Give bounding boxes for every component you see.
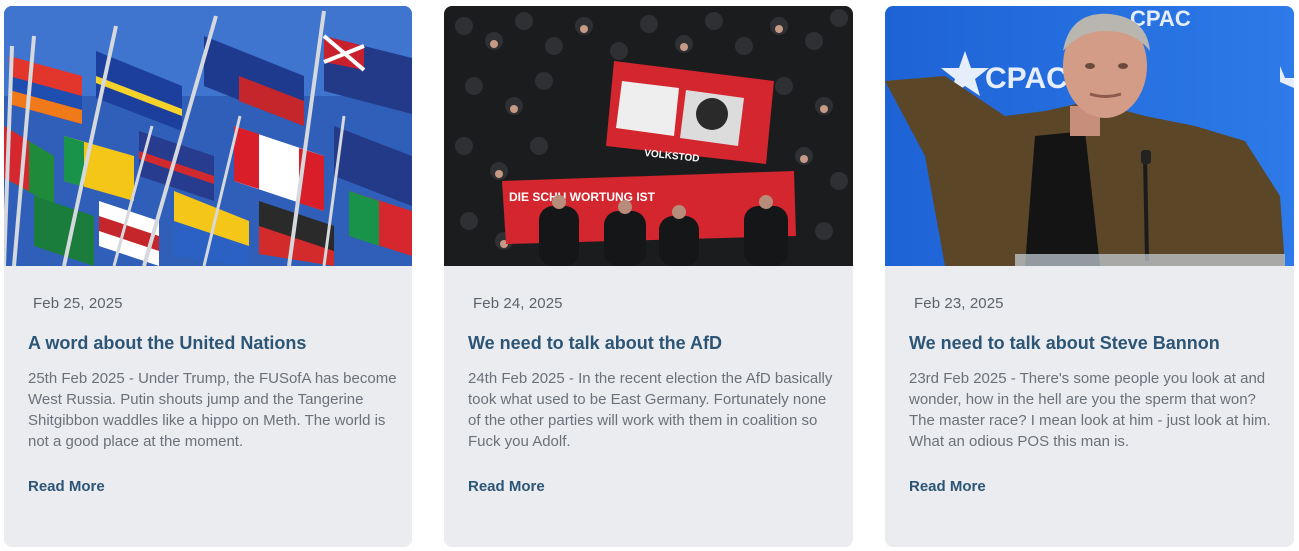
post-card[interactable]: Feb 25, 2025 A word about the United Nat… [4, 6, 412, 547]
post-title[interactable]: We need to talk about Steve Bannon [909, 331, 1278, 355]
post-excerpt: 24th Feb 2025 - In the recent election t… [468, 370, 833, 450]
post-title[interactable]: We need to talk about the AfD [468, 331, 837, 355]
post-date: Feb 25, 2025 [33, 295, 123, 312]
post-image-speaker[interactable]: CPAC CPAC [885, 6, 1294, 266]
flags-photo-icon [4, 6, 412, 266]
read-more-link[interactable]: Read More [909, 478, 986, 495]
post-excerpt: 23rd Feb 2025 - There's some people you … [909, 370, 1271, 450]
post-date: Feb 24, 2025 [473, 295, 563, 312]
backdrop-logo-text-1: CPAC [985, 62, 1068, 95]
post-excerpt: 25th Feb 2025 - Under Trump, the FUSofA … [28, 370, 397, 450]
post-title[interactable]: A word about the United Nations [28, 331, 396, 355]
protest-photo-icon: VOLKSTOD DIE SCHU WORTUNG IST [444, 6, 853, 266]
post-image-flags[interactable] [4, 6, 412, 266]
read-more-link[interactable]: Read More [28, 478, 105, 495]
post-date: Feb 23, 2025 [914, 295, 1004, 312]
post-card[interactable]: VOLKSTOD DIE SCHU WORTUNG IST Feb 24, 20… [444, 6, 853, 547]
banner-text-2: DIE SCHU WORTUNG IST [509, 190, 656, 204]
speaker-photo-icon: CPAC CPAC [885, 6, 1294, 266]
read-more-link[interactable]: Read More [468, 478, 545, 495]
post-image-protest[interactable]: VOLKSTOD DIE SCHU WORTUNG IST [444, 6, 853, 266]
post-card[interactable]: CPAC CPAC Feb 23, 2025 We need to talk a… [885, 6, 1294, 547]
